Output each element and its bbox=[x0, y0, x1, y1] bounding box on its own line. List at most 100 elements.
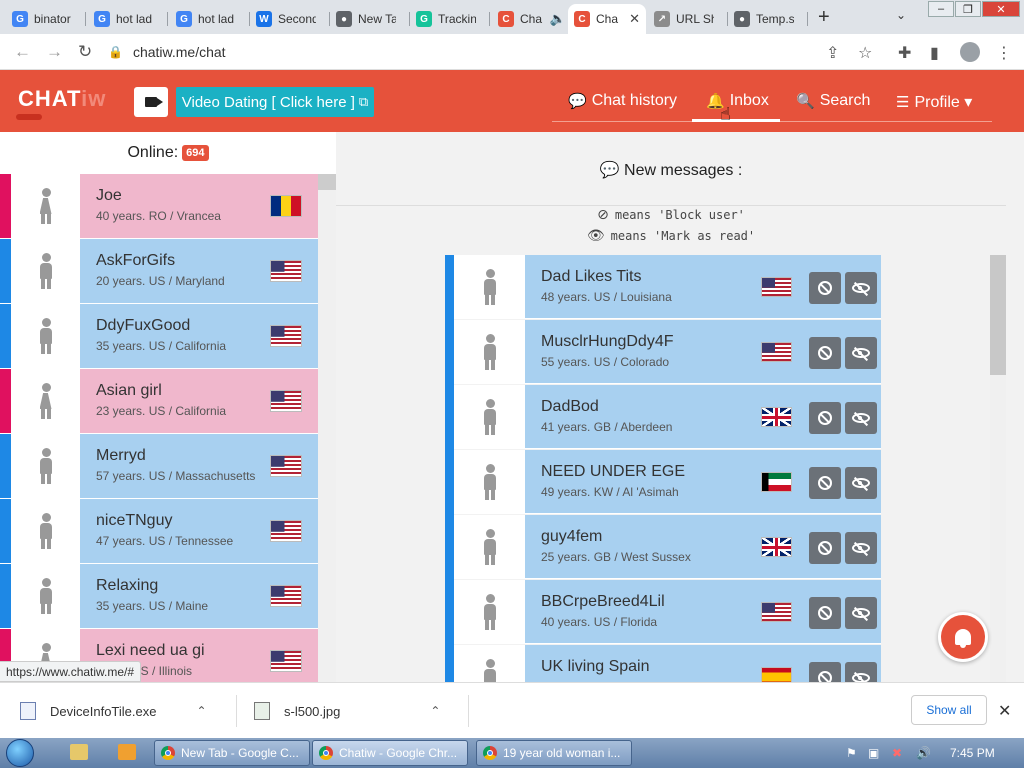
media-player-icon[interactable] bbox=[118, 744, 136, 760]
online-user-row[interactable]: Asian girl 23 years. US / California bbox=[0, 369, 318, 433]
online-user-row[interactable]: Relaxing 35 years. US / Maine bbox=[0, 564, 318, 628]
new-tab-button[interactable]: + bbox=[818, 6, 830, 29]
url-field[interactable]: 🔒 chatiw.me/chat bbox=[108, 39, 888, 65]
online-user-row[interactable]: Merryd 57 years. US / Massachusetts bbox=[0, 434, 318, 498]
message-sender-name[interactable]: guy4fem bbox=[541, 528, 602, 546]
show-all-downloads-button[interactable]: Show all bbox=[911, 695, 987, 725]
minimize-button[interactable]: – bbox=[928, 1, 954, 17]
online-user-row[interactable]: niceTNguy 47 years. US / Tennessee bbox=[0, 499, 318, 563]
nav-chat-history[interactable]: 💬 Chat history bbox=[568, 92, 677, 110]
browser-tab[interactable]: Ghot lad bbox=[88, 4, 168, 34]
browser-tab[interactable]: W Second bbox=[250, 4, 330, 34]
mark-as-read-button[interactable] bbox=[845, 337, 877, 369]
message-row[interactable]: Dad Likes Tits 48 years. US / Louisiana bbox=[454, 255, 881, 319]
message-sender-name[interactable]: MusclrHungDdy4F bbox=[541, 333, 673, 351]
mark-as-read-button[interactable] bbox=[845, 597, 877, 629]
forward-button[interactable]: → bbox=[46, 42, 63, 62]
chevron-up-icon[interactable]: ⌃ bbox=[430, 704, 440, 718]
inbox-scrollbar[interactable] bbox=[990, 255, 1006, 682]
block-user-button[interactable] bbox=[809, 467, 841, 499]
tray-flag-icon[interactable]: ⚑ bbox=[846, 746, 857, 760]
block-user-button[interactable] bbox=[809, 662, 841, 682]
close-window-button[interactable]: ✕ bbox=[982, 1, 1020, 17]
restore-button[interactable]: ❐ bbox=[955, 1, 981, 17]
close-tab-icon[interactable]: ✕ bbox=[629, 11, 640, 27]
chevron-up-icon[interactable]: ⌃ bbox=[196, 704, 206, 718]
taskbar-window-button[interactable]: 19 year old woman i... bbox=[476, 740, 632, 766]
user-list-scrollbar-thumb[interactable] bbox=[318, 174, 336, 190]
block-user-button[interactable] bbox=[809, 532, 841, 564]
browser-menu-icon[interactable]: ⋮ bbox=[996, 43, 1012, 63]
reload-button[interactable]: ↻ bbox=[78, 42, 92, 62]
back-button[interactable]: ← bbox=[14, 42, 31, 62]
user-name[interactable]: AskForGifs bbox=[96, 252, 175, 270]
user-name[interactable]: DdyFuxGood bbox=[96, 317, 190, 335]
message-sender-name[interactable]: DadBod bbox=[541, 398, 599, 416]
browser-tab[interactable]: Ghot lad bbox=[170, 4, 250, 34]
block-user-button[interactable] bbox=[809, 272, 841, 304]
user-name[interactable]: Asian girl bbox=[96, 382, 162, 400]
browser-tab[interactable]: ● Temp.s bbox=[728, 4, 808, 34]
bookmark-star-icon[interactable]: ☆ bbox=[858, 43, 872, 63]
taskbar-clock[interactable]: 7:45 PM bbox=[950, 746, 995, 760]
browser-tab-active[interactable]: C Cha ✕ bbox=[568, 4, 646, 34]
message-row[interactable]: guy4fem 25 years. GB / West Sussex bbox=[454, 515, 881, 579]
user-name[interactable]: Merryd bbox=[96, 447, 146, 465]
browser-tab[interactable]: ↗ URL Sh bbox=[648, 4, 728, 34]
online-user-row[interactable]: Joe 40 years. RO / Vrancea bbox=[0, 174, 318, 238]
taskbar-window-title: Chatiw - Google Chr... bbox=[339, 746, 458, 760]
nav-search[interactable]: 🔍 Search bbox=[796, 92, 870, 110]
message-sender-name[interactable]: Dad Likes Tits bbox=[541, 268, 641, 286]
inbox-scrollbar-thumb[interactable] bbox=[990, 255, 1006, 375]
message-row[interactable]: MusclrHungDdy4F 55 years. US / Colorado bbox=[454, 320, 881, 384]
browser-tab[interactable]: G Trackin bbox=[410, 4, 490, 34]
message-sender-name[interactable]: NEED UNDER EGE bbox=[541, 463, 685, 481]
mark-as-read-button[interactable] bbox=[845, 532, 877, 564]
block-user-button[interactable] bbox=[809, 597, 841, 629]
extensions-icon[interactable]: ✚ bbox=[898, 43, 911, 63]
mark-as-read-button[interactable] bbox=[845, 402, 877, 434]
nav-inbox[interactable]: 🔔 Inbox bbox=[706, 92, 769, 110]
online-user-row[interactable]: AskForGifs 20 years. US / Maryland bbox=[0, 239, 318, 303]
side-panel-icon[interactable]: ▮ bbox=[930, 43, 939, 63]
user-list-scrollbar[interactable] bbox=[318, 174, 336, 682]
taskbar-window-button[interactable]: Chatiw - Google Chr... bbox=[312, 740, 468, 766]
notification-bell-button[interactable] bbox=[938, 612, 988, 662]
message-row[interactable]: UK living Spain bbox=[454, 645, 881, 682]
mark-as-read-button[interactable] bbox=[845, 467, 877, 499]
browser-tab[interactable]: C Cha 🔈 bbox=[492, 4, 572, 34]
speaker-icon[interactable]: 🔈 bbox=[550, 11, 566, 27]
block-user-button[interactable] bbox=[809, 402, 841, 434]
tray-volume-icon[interactable]: 🔊 bbox=[916, 746, 931, 760]
user-name[interactable]: Relaxing bbox=[96, 577, 158, 595]
browser-tab[interactable]: Gbinator bbox=[6, 4, 86, 34]
message-sender-name[interactable]: UK living Spain bbox=[541, 658, 650, 676]
tab-search-button[interactable]: ⌄ bbox=[896, 8, 906, 22]
message-row[interactable]: DadBod 41 years. GB / Aberdeen bbox=[454, 385, 881, 449]
video-chat-button[interactable] bbox=[134, 87, 168, 117]
site-logo[interactable]: CHATiw bbox=[18, 86, 106, 112]
nav-profile[interactable]: ☰ Profile ▾ bbox=[896, 92, 972, 112]
video-dating-button[interactable]: Video Dating [ Click here ] ⧉ bbox=[176, 87, 374, 117]
profile-avatar-icon[interactable] bbox=[960, 42, 980, 62]
mark-as-read-button[interactable] bbox=[845, 662, 877, 682]
user-name[interactable]: Lexi need ua gi bbox=[96, 642, 205, 660]
user-name[interactable]: Joe bbox=[96, 187, 122, 205]
share-icon[interactable]: ⇪ bbox=[826, 43, 839, 63]
user-name[interactable]: niceTNguy bbox=[96, 512, 172, 530]
download-item[interactable]: DeviceInfoTile.exe ⌃ bbox=[20, 683, 207, 739]
taskbar-window-button[interactable]: New Tab - Google C... bbox=[154, 740, 310, 766]
close-download-bar-icon[interactable]: ✕ bbox=[998, 701, 1011, 721]
download-item[interactable]: s-l500.jpg ⌃ bbox=[254, 683, 440, 739]
browser-tab[interactable]: ● New Ta bbox=[330, 4, 410, 34]
mark-as-read-button[interactable] bbox=[845, 272, 877, 304]
tray-alert-icon[interactable]: ✖ bbox=[892, 746, 902, 760]
message-row[interactable]: BBCrpeBreed4Lil 40 years. US / Florida bbox=[454, 580, 881, 644]
online-user-row[interactable]: DdyFuxGood 35 years. US / California bbox=[0, 304, 318, 368]
start-button[interactable] bbox=[6, 739, 34, 767]
message-sender-name[interactable]: BBCrpeBreed4Lil bbox=[541, 593, 665, 611]
message-row[interactable]: NEED UNDER EGE 49 years. KW / Al 'Asimah bbox=[454, 450, 881, 514]
file-explorer-icon[interactable] bbox=[70, 744, 88, 760]
tray-network-icon[interactable]: ▣ bbox=[868, 746, 879, 760]
block-user-button[interactable] bbox=[809, 337, 841, 369]
